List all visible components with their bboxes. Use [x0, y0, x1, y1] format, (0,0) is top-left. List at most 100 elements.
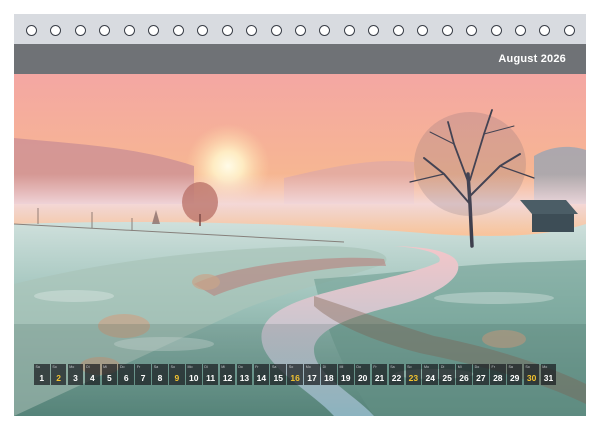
day-number: 2 — [56, 373, 61, 383]
calendar-day-strip: Sa 1 So 2 Mo 3 Di 4 Mi 5 Do 6 Fr 7 Sa 8 So 9 Mo 10 Di 11 Mi 12 D… — [34, 364, 557, 385]
calendar-day-cell: Mo 31 — [540, 364, 557, 385]
day-number: 22 — [391, 373, 402, 383]
weekday-label: Mo — [305, 365, 311, 369]
calendar-day-cell: Fr 7 — [135, 364, 151, 385]
weekday-label: Fr — [255, 365, 259, 369]
binding-ring — [221, 25, 233, 36]
calendar-day-cell: Sa 1 — [34, 364, 50, 385]
day-number: 25 — [442, 373, 452, 383]
binding-ring — [246, 25, 258, 36]
calendar-day-cell: Sa 15 — [270, 364, 286, 385]
binding-ring — [368, 25, 380, 36]
day-number: 24 — [425, 373, 435, 383]
binding-ring — [563, 25, 575, 36]
weekday-label: Sa — [271, 365, 277, 369]
binding-ring — [294, 25, 306, 36]
binding-ring — [26, 25, 37, 36]
calendar-day-cell: Mi 12 — [219, 364, 236, 385]
weekday-label: Di — [440, 365, 445, 369]
weekday-label: Mi — [103, 365, 107, 369]
calendar-day-cell: Mo 10 — [186, 364, 202, 385]
binding-ring — [539, 25, 551, 36]
day-number: 29 — [509, 373, 520, 383]
day-number: 31 — [543, 373, 554, 383]
binding-ring — [515, 25, 526, 36]
weekday-label: Do — [474, 365, 480, 369]
day-number: 12 — [222, 373, 233, 383]
calendar-day-cell: So 23 — [405, 364, 422, 385]
day-number: 27 — [476, 373, 486, 383]
weekday-label: So — [52, 365, 57, 369]
day-number: 11 — [206, 373, 216, 383]
binding-ring — [50, 25, 62, 36]
binding-ring — [417, 25, 429, 36]
weekday-label: Mi — [457, 365, 462, 369]
day-number: 5 — [106, 373, 112, 383]
weekday-label: Mi — [221, 365, 226, 369]
binding-ring — [441, 25, 453, 36]
binding-ring — [343, 25, 355, 36]
day-number: 13 — [239, 373, 250, 383]
calendar-day-cell: Di 18 — [321, 364, 337, 385]
day-number: 19 — [341, 373, 351, 383]
weekday-label: Di — [86, 365, 90, 369]
day-number: 30 — [526, 373, 537, 383]
weekday-label: So — [288, 365, 294, 369]
weekday-label: Do — [356, 365, 362, 369]
day-number: 9 — [174, 373, 180, 383]
binding-ring — [270, 25, 282, 36]
calendar-day-cell: Sa 22 — [388, 364, 405, 385]
binding-ring — [319, 25, 331, 36]
day-number: 20 — [357, 373, 368, 383]
month-title: August 2026 — [498, 53, 566, 65]
weekday-label: Mo — [423, 365, 429, 369]
calendar-day-cell: Di 11 — [202, 364, 219, 385]
binding-ring — [172, 25, 184, 36]
day-number: 18 — [324, 373, 334, 383]
day-number: 28 — [493, 373, 503, 383]
weekday-label: So — [525, 365, 530, 369]
calendar-day-cell: Fr 21 — [371, 364, 388, 385]
calendar-day-cell: Mi 5 — [101, 364, 118, 385]
weekday-label: Do — [238, 365, 243, 369]
calendar-day-cell: Fr 14 — [253, 364, 270, 385]
binding-ring — [123, 25, 135, 36]
weekday-label: Mo — [187, 365, 193, 369]
weekday-label: Mo — [542, 365, 548, 369]
day-number: 26 — [459, 373, 469, 383]
calendar-day-cell: So 30 — [523, 364, 540, 385]
calendar-day-cell: Fr 28 — [490, 364, 506, 385]
weekday-label: Mo — [69, 365, 75, 369]
spiral-binding — [14, 14, 586, 44]
weekday-label: So — [407, 365, 412, 369]
day-number: 15 — [273, 373, 283, 383]
weekday-label: Do — [119, 365, 125, 369]
day-number: 6 — [123, 373, 129, 383]
binding-ring — [490, 25, 502, 36]
binding-ring — [74, 25, 86, 36]
calendar-day-cell: Mo 3 — [67, 364, 84, 385]
calendar-day-cell: Mo 24 — [422, 364, 438, 385]
weekday-label: Sa — [35, 365, 40, 369]
weekday-label: Di — [204, 365, 208, 369]
calendar-day-cell: Mi 19 — [338, 364, 354, 385]
calendar-day-cell: Sa 29 — [506, 364, 523, 385]
binding-ring — [197, 25, 209, 36]
binding-ring — [466, 25, 478, 36]
weekday-label: So — [170, 365, 176, 369]
day-number: 10 — [189, 373, 199, 383]
day-number: 7 — [140, 373, 146, 383]
weekday-label: Fr — [491, 365, 495, 369]
day-number: 1 — [39, 373, 45, 383]
day-number: 16 — [290, 373, 300, 383]
weekday-label: Di — [322, 365, 327, 369]
calendar-day-cell: Mi 26 — [456, 364, 472, 385]
binding-ring — [148, 25, 160, 36]
calendar-day-cell: So 2 — [50, 364, 67, 385]
calendar-day-cell: So 16 — [287, 364, 303, 385]
weekday-label: Fr — [373, 365, 377, 369]
calendar-day-cell: Di 25 — [439, 364, 455, 385]
calendar-day-cell: Di 4 — [84, 364, 101, 385]
day-number: 3 — [73, 373, 78, 383]
day-number: 23 — [408, 373, 419, 383]
